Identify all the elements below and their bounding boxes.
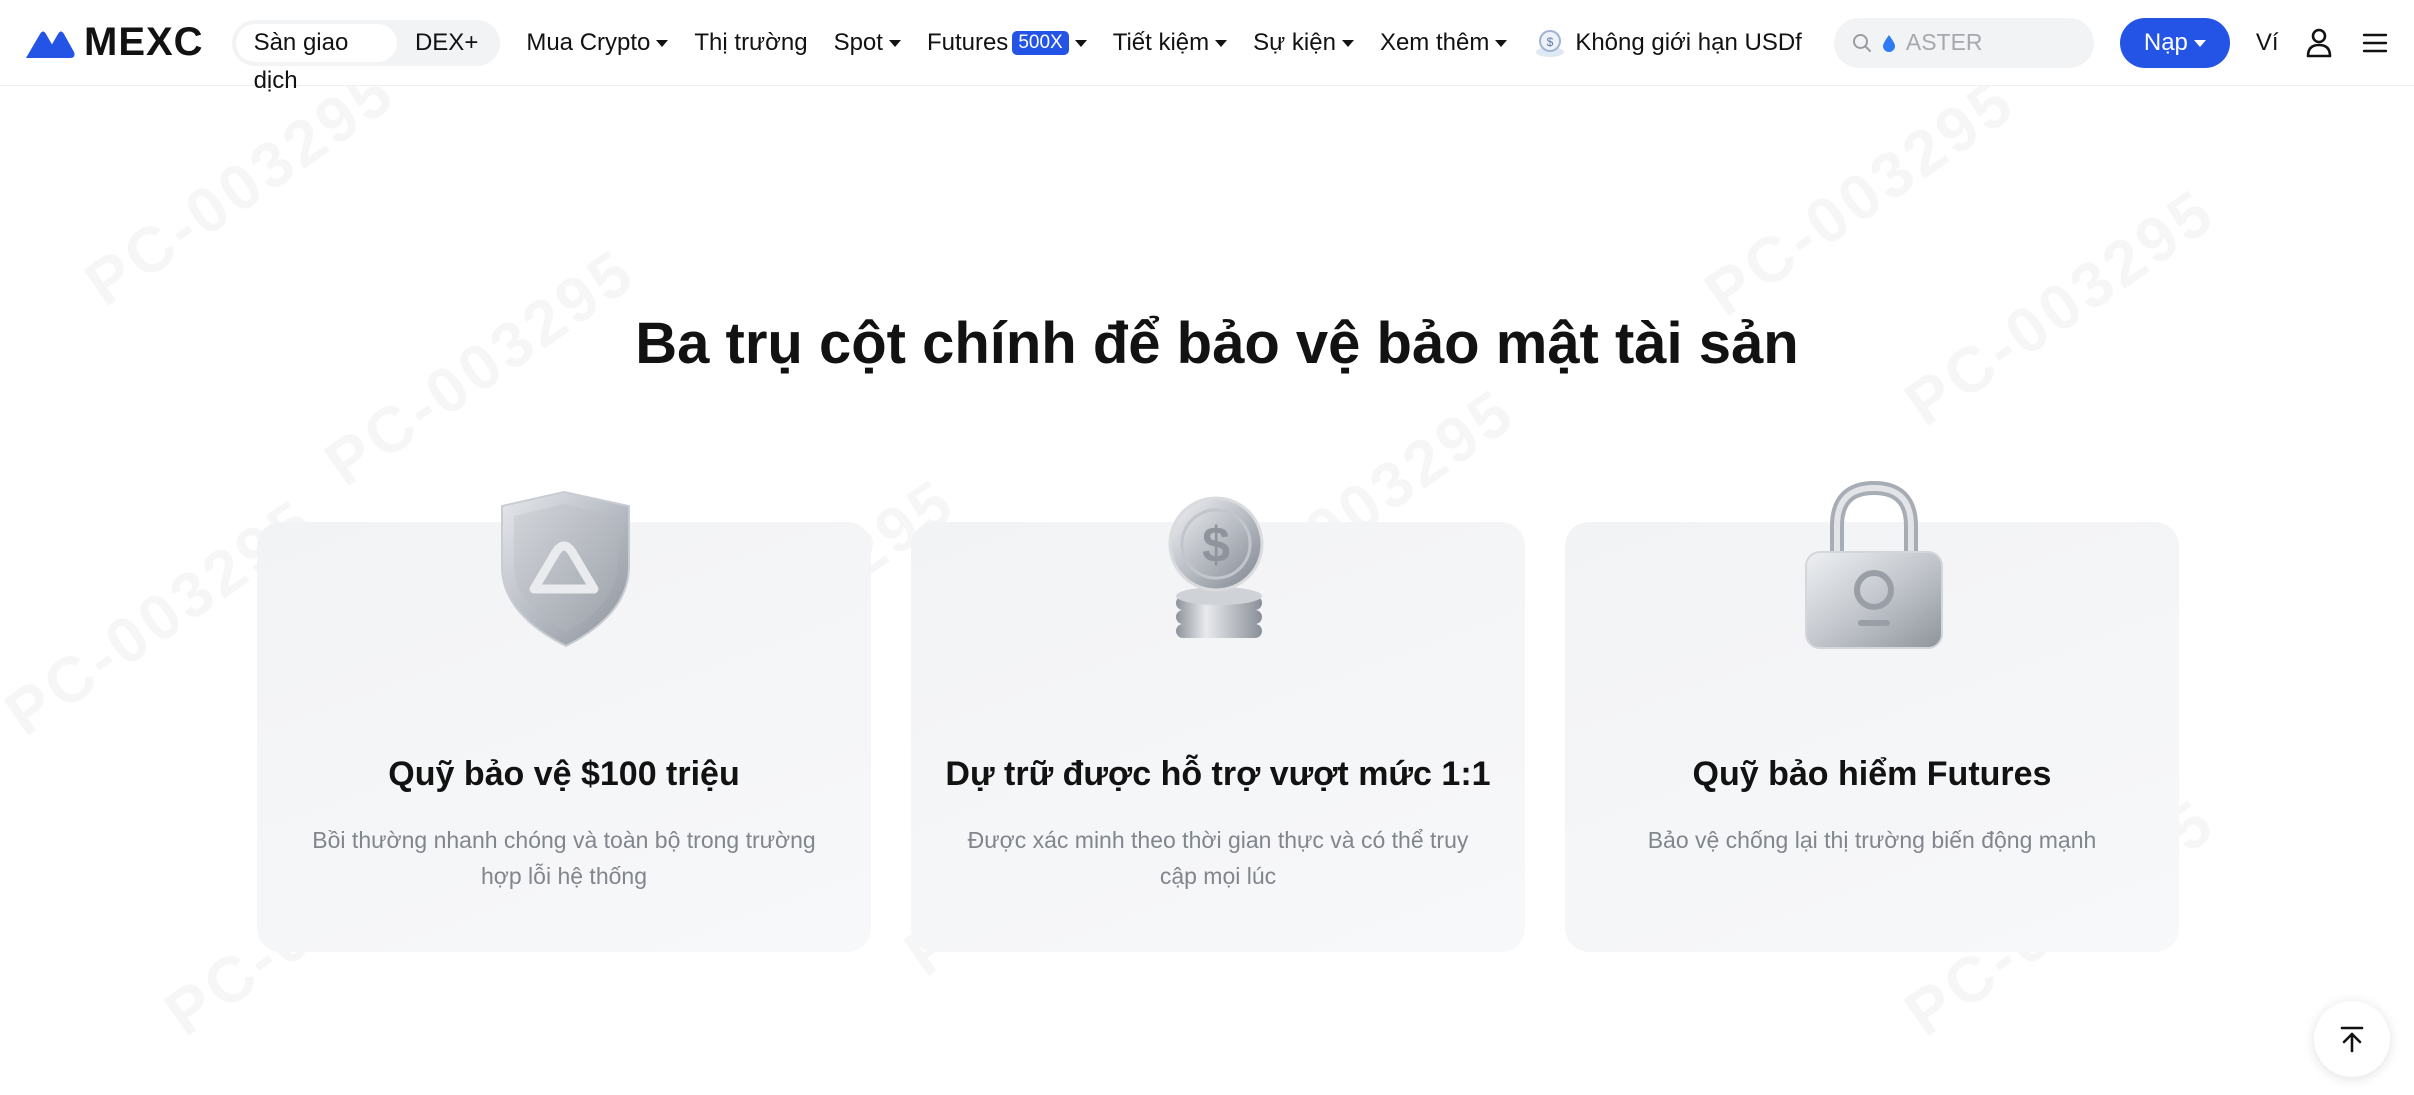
deposit-label: Nạp: [2143, 28, 2188, 56]
card-title: Dự trữ được hỗ trợ vượt mức 1:1: [945, 755, 1491, 793]
nav-spot[interactable]: Spot: [834, 29, 901, 57]
wallet-link[interactable]: Ví: [2256, 29, 2279, 57]
nav-events[interactable]: Sự kiện: [1253, 29, 1354, 57]
nav-label: Thị trường: [694, 28, 808, 56]
nav-buy-crypto[interactable]: Mua Crypto: [526, 28, 669, 57]
search-input[interactable]: [1905, 29, 2076, 56]
user-icon: [2307, 28, 2332, 57]
watermark-text: PC-003295: [1891, 174, 2228, 441]
card-description: Bảo vệ chống lại thị trường biến động mạ…: [1647, 827, 2097, 853]
caret-down-icon: [888, 40, 901, 47]
nav-label: Không giới hạn USDf: [1575, 28, 1802, 56]
card-title: Quỹ bảo vệ $100 triệu: [388, 755, 740, 793]
main-nav: Mua Crypto Thị trường Spot Futures 500X …: [526, 26, 1802, 60]
watermark-text: PC-003295: [1691, 64, 2028, 331]
nav-label: Tiết kiệm: [1112, 28, 1210, 56]
nav-markets[interactable]: Thị trường: [694, 29, 807, 57]
nav-label: Xem thêm: [1379, 28, 1490, 56]
caret-down-icon: [1341, 40, 1354, 47]
section-title: Ba trụ cột chính để bảo vệ bảo mật tài s…: [635, 311, 1799, 376]
watermark-text: PC-003295: [71, 54, 408, 321]
arrow-up-icon: [2340, 1026, 2364, 1053]
nav-futures[interactable]: Futures 500X: [927, 29, 1087, 57]
top-navbar: MEXC Sàn giao dịch DEX+ Mua Crypto Thị t…: [0, 0, 2414, 94]
menu-button[interactable]: [2360, 27, 2390, 59]
caret-down-icon: [1495, 40, 1508, 47]
card-description: Bồi thường nhanh chóng và toàn bộ trong …: [312, 827, 816, 889]
security-pillars: Quỹ bảo vệ $100 triệu Bồi thường nhanh c…: [257, 480, 2179, 952]
nav-earn[interactable]: Tiết kiệm: [1112, 28, 1228, 57]
search-icon: [1852, 33, 1871, 52]
nav-label: Sự kiện: [1253, 28, 1336, 56]
pillar-card-futures-insurance: Quỹ bảo hiểm Futures Bảo vệ chống lại th…: [1565, 480, 2179, 952]
segment-dex[interactable]: DEX+: [397, 24, 496, 62]
exchange-segment: Sàn giao dịch DEX+: [231, 19, 501, 94]
nav-label: Futures: [926, 28, 1009, 56]
usdf-coin-icon: $: [1536, 29, 1565, 57]
segment-exchange[interactable]: Sàn giao dịch: [235, 23, 397, 94]
brand-name: MEXC: [84, 20, 204, 64]
aster-drop-icon: [1882, 34, 1895, 52]
svg-text:$: $: [1202, 517, 1230, 573]
nav-label: Mua Crypto: [526, 28, 651, 56]
nav-promo-usdf[interactable]: $ Không giới hạn USDf: [1533, 26, 1802, 60]
brand-logo[interactable]: MEXC: [24, 20, 204, 64]
account-button[interactable]: [2305, 27, 2335, 59]
futures-leverage-badge: 500X: [1012, 30, 1069, 55]
caret-down-icon: [1074, 40, 1087, 47]
nav-label: Spot: [833, 28, 883, 56]
coins-icon: $: [1168, 496, 1264, 638]
svg-text:$: $: [1547, 35, 1554, 49]
caret-down-icon: [2193, 40, 2206, 47]
shield-icon: [501, 490, 630, 648]
deposit-button[interactable]: Nạp: [2119, 17, 2230, 68]
pillar-card-protection-fund: Quỹ bảo vệ $100 triệu Bồi thường nhanh c…: [257, 490, 871, 952]
pillar-card-reserves: $ Dự trữ được hỗ trợ vượt mức 1:1 Được x…: [911, 496, 1525, 952]
card-title: Quỹ bảo hiểm Futures: [1692, 755, 2052, 793]
caret-down-icon: [656, 40, 669, 47]
hamburger-menu-icon: [2362, 33, 2388, 52]
nav-more[interactable]: Xem thêm: [1379, 28, 1508, 57]
caret-down-icon: [1215, 40, 1228, 47]
search-box[interactable]: [1833, 17, 2094, 68]
card-description: Được xác minh theo thời gian thực và có …: [967, 827, 1469, 889]
lock-icon: [1805, 480, 1943, 649]
mexc-logo-icon: [26, 31, 75, 58]
back-to-top-button[interactable]: [2314, 1001, 2390, 1077]
